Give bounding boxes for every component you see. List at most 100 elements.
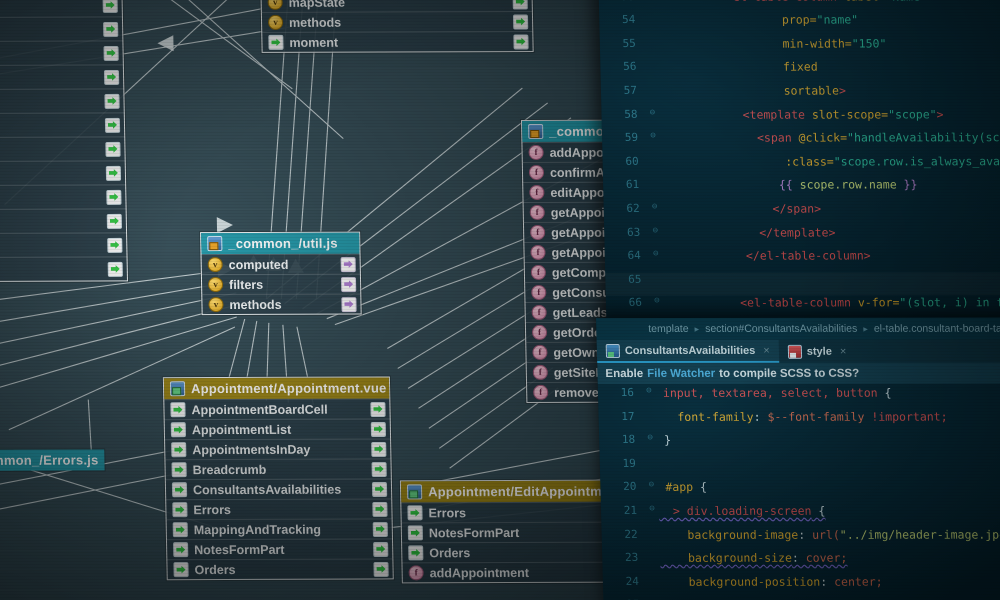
- code-line[interactable]: 61 {{ scope.row.name }}: [603, 177, 1000, 201]
- code-line[interactable]: 65: [605, 272, 1000, 296]
- list-item[interactable]: Orders: [402, 542, 627, 563]
- list-item[interactable]: AppointmentBoardCell: [164, 398, 389, 419]
- editor-tab-bar[interactable]: ConsultantsAvailabilities × style ×: [597, 340, 1000, 363]
- list-item[interactable]: AppointmentList: [165, 418, 390, 439]
- list-item[interactable]: Errors: [166, 498, 391, 519]
- code-fold-icon[interactable]: ⊖: [644, 480, 658, 490]
- list-item[interactable]: ConsultantsAvailabilities: [166, 478, 391, 499]
- list-item[interactable]: AppointmentsInDay: [165, 438, 390, 459]
- green-arrow-icon: [172, 482, 187, 497]
- code-line[interactable]: 24 background-position: center;: [603, 574, 1000, 598]
- list-item[interactable]: [0, 0, 122, 17]
- list-item[interactable]: ntment: [0, 16, 122, 41]
- code-line[interactable]: 55 min-width="150": [600, 36, 1000, 60]
- box-header[interactable]: common_/Errors.js: [0, 449, 105, 471]
- code-line[interactable]: 54 prop="name": [599, 12, 1000, 36]
- file-watcher-link[interactable]: File Watcher: [647, 367, 715, 379]
- list-item-label: NotesFormPart: [429, 525, 520, 539]
- list-item[interactable]: v methods: [262, 11, 532, 32]
- list-item[interactable]: [0, 256, 127, 281]
- code-fold-icon[interactable]: ⊖: [645, 504, 659, 514]
- list-item[interactable]: Orders: [167, 558, 392, 579]
- tab-consultants-availabilities[interactable]: ConsultantsAvailabilities ×: [597, 340, 780, 363]
- diagram-box-top-center[interactable]: f getOwnAppointmentsList v mapMutations …: [260, 0, 534, 53]
- list-item[interactable]: [0, 40, 123, 65]
- js-file-icon: [207, 236, 222, 251]
- list-item[interactable]: s: [0, 136, 125, 161]
- code-line[interactable]: 66⊖ <el-table-column v-for="(slot, i) in…: [606, 295, 1000, 319]
- list-item[interactable]: Breadcrumb: [165, 458, 390, 479]
- code-line[interactable]: 16⊖ input, textarea, select, button {: [598, 386, 1000, 410]
- list-item[interactable]: v methods: [202, 294, 360, 315]
- code-line[interactable]: 53⊖ <el-table-column label="Name": [599, 0, 1000, 13]
- code-line[interactable]: 19: [600, 456, 1000, 480]
- code-fold-icon[interactable]: ⊖: [645, 107, 659, 117]
- box-header[interactable]: Appointment/EditAppointment.vue: [401, 481, 626, 503]
- code-fold-icon[interactable]: ⊖: [642, 386, 656, 396]
- list-item[interactable]: Autocomplete: [0, 112, 124, 137]
- diagram-box-common-util-js[interactable]: _common_/util.js v computed v filters v …: [200, 232, 362, 316]
- code-fold-icon[interactable]: ⊖: [648, 202, 662, 212]
- list-item[interactable]: tantsAutocomplete: [0, 88, 124, 113]
- box-header[interactable]: Appointment/Appointment.vue: [164, 377, 389, 399]
- diagram-box-edit-appointment-vue[interactable]: Appointment/EditAppointment.vue Errors N…: [400, 480, 629, 584]
- diagram-box-appointment-vue[interactable]: Appointment/Appointment.vue AppointmentB…: [163, 376, 394, 580]
- box-title: _common_/util.js: [228, 236, 338, 251]
- structure-diagram-panel[interactable]: ntment tmentStatusList tantsAutocomplete: [0, 0, 673, 600]
- line-number: 58: [601, 107, 645, 120]
- breadcrumb-item-section[interactable]: section#ConsultantsAvailabilities: [705, 323, 858, 335]
- diagram-box-common-errors-js[interactable]: common_/Errors.js: [0, 449, 105, 471]
- code-line[interactable]: 64⊖ </el-table-column>: [605, 248, 1000, 272]
- list-item[interactable]: MappingAndTracking: [167, 518, 392, 539]
- code-fold-icon[interactable]: ⊖: [646, 131, 660, 141]
- list-item[interactable]: moment: [262, 31, 532, 52]
- vue-template-editor-panel[interactable]: 52 v-loading="loading">53⊖ <el-table-col…: [598, 0, 1000, 356]
- code-line[interactable]: 56 fixed: [600, 60, 1000, 84]
- diagram-box-left-clipped[interactable]: ntment tmentStatusList tantsAutocomplete: [0, 0, 128, 282]
- code-line[interactable]: 60 :class="scope.row.is_always_available…: [602, 154, 1000, 178]
- code-fold-icon[interactable]: ⊖: [648, 225, 662, 235]
- code-line[interactable]: 18⊖ }: [599, 433, 1000, 457]
- code-lines-container[interactable]: 52 v-loading="loading">53⊖ <el-table-col…: [598, 0, 1000, 356]
- code-line[interactable]: 57 sortable>: [601, 83, 1000, 107]
- list-item[interactable]: v filters: [202, 274, 360, 295]
- code-fold-icon[interactable]: ⊖: [643, 433, 657, 443]
- close-icon[interactable]: ×: [840, 345, 847, 357]
- code-line[interactable]: 63⊖ </template>: [604, 225, 1000, 249]
- code-fold-icon[interactable]: ⊖: [649, 249, 663, 259]
- file-watcher-notification[interactable]: Enable File Watcher to compile SCSS to C…: [597, 363, 1000, 384]
- code-line[interactable]: 62⊖ </span>: [604, 201, 1000, 225]
- code-line[interactable]: 58⊖ <template slot-scope="scope">: [601, 107, 1000, 131]
- list-item-label: confirmA: [550, 165, 605, 179]
- scss-editor-panel[interactable]: template ▸ section#ConsultantsAvailabili…: [596, 318, 1000, 600]
- box-header[interactable]: _common_/util.js: [201, 233, 359, 255]
- code-fold-icon[interactable]: ⊖: [650, 296, 664, 306]
- function-icon: f: [531, 265, 546, 280]
- green-arrow-icon: [372, 481, 387, 496]
- code-line[interactable]: 21⊖ > div.loading-screen {: [601, 503, 1000, 527]
- line-number: 61: [603, 178, 647, 191]
- list-item[interactable]: tmentStatusList: [0, 64, 123, 89]
- breadcrumb[interactable]: template ▸ section#ConsultantsAvailabili…: [596, 318, 1000, 340]
- breadcrumb-item-template[interactable]: template: [648, 323, 689, 335]
- code-line[interactable]: 23 background-size: cover;: [602, 551, 1000, 575]
- list-item[interactable]: v computed: [201, 254, 359, 275]
- list-item[interactable]: NotesFormPart: [402, 522, 627, 543]
- list-item[interactable]: entsAutocomplete: [0, 184, 126, 209]
- code-line[interactable]: 20⊖ #app {: [600, 480, 1000, 504]
- green-arrow-icon: [107, 237, 122, 252]
- close-icon[interactable]: ×: [763, 344, 770, 356]
- list-item[interactable]: tocomplete: [0, 160, 125, 185]
- list-item[interactable]: faddAppointment: [402, 562, 627, 583]
- scss-code-lines-container[interactable]: 16⊖ input, textarea, select, button {17 …: [598, 386, 1000, 600]
- list-item[interactable]: NotesFormPart: [167, 538, 392, 559]
- green-arrow-icon: [173, 542, 188, 557]
- list-item[interactable]: Errors: [401, 502, 626, 523]
- list-item[interactable]: e: [0, 232, 127, 257]
- tab-style[interactable]: style ×: [778, 340, 855, 363]
- code-line[interactable]: 22 background-image: url("../img/header-…: [601, 527, 1000, 551]
- breadcrumb-item-table[interactable]: el-table.consultant-board-table: [874, 323, 1000, 335]
- list-item[interactable]: tions: [0, 208, 126, 233]
- code-line[interactable]: 59⊖ <span @click="handleAvailability(sco…: [602, 130, 1000, 154]
- code-line[interactable]: 17 font-family: $--font-family !importan…: [598, 409, 1000, 433]
